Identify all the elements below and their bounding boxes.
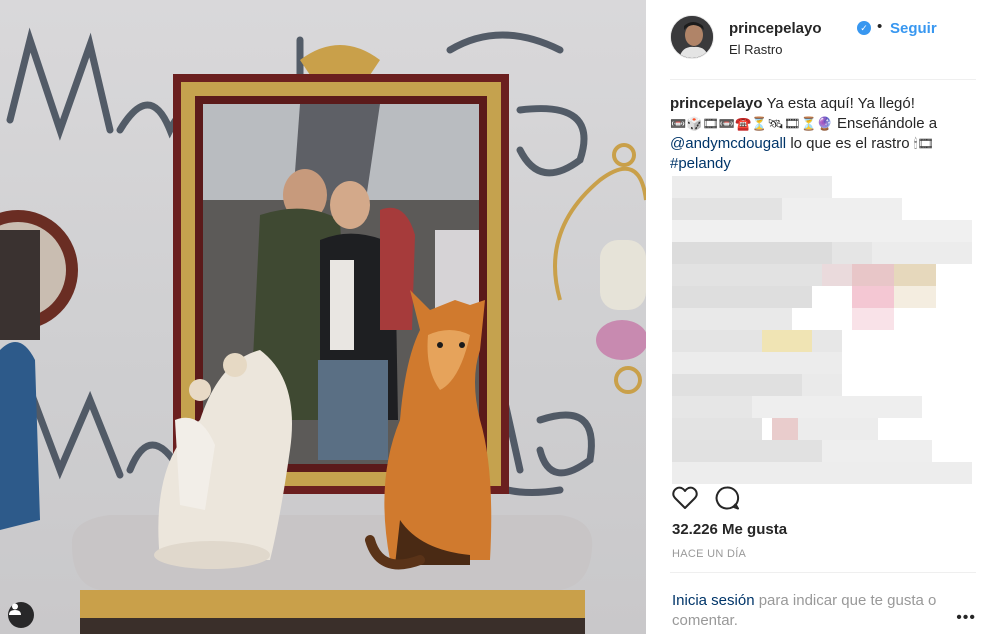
likes-count[interactable]: 32.226 Me gusta xyxy=(672,521,787,538)
login-prompt: Inicia sesión para indicar que te gusta … xyxy=(670,572,976,634)
caption-emojis-2: 🕯🎞 xyxy=(913,136,934,151)
caption-hashtag-link[interactable]: #pelandy xyxy=(670,155,731,172)
verified-badge-icon: ✓ xyxy=(857,21,871,35)
post-caption: princepelayo Ya esta aquí! Ya llegó! 📼🎲🎞… xyxy=(670,94,980,174)
blurred-comments xyxy=(672,176,976,488)
comment-button[interactable] xyxy=(712,484,742,514)
heart-icon xyxy=(672,486,698,509)
caption-emojis-1: 📼🎲🎞📼☎️⏳🛰🎞⏳🔮 xyxy=(670,116,833,131)
caption-mention-link[interactable]: @andymcdougall xyxy=(670,135,786,152)
person-icon xyxy=(9,603,21,615)
photo-illustration xyxy=(0,27,646,634)
login-prompt-text: Inicia sesión para indicar que te gusta … xyxy=(672,591,962,631)
follow-button[interactable]: Seguir xyxy=(890,20,937,37)
post-actions xyxy=(670,484,976,516)
more-options-icon[interactable]: ••• xyxy=(956,609,976,627)
login-link[interactable]: Inicia sesión xyxy=(672,592,755,609)
post-side-panel: princepelayo ✓ • Seguir El Rastro prince… xyxy=(646,0,1000,634)
caption-text-3: lo que es el rastro xyxy=(790,135,910,152)
post-photo[interactable] xyxy=(0,0,646,634)
caption-username[interactable]: princepelayo xyxy=(670,95,763,112)
avatar[interactable] xyxy=(670,15,714,59)
comment-icon xyxy=(715,486,740,510)
header-separator: • xyxy=(877,18,883,35)
header-username[interactable]: princepelayo xyxy=(729,20,822,37)
tagged-users-button[interactable] xyxy=(8,602,34,628)
post-header: princepelayo ✓ • Seguir El Rastro xyxy=(670,14,976,80)
avatar-image xyxy=(671,16,713,58)
caption-text-2: Enseñándole a xyxy=(837,115,938,132)
like-button[interactable] xyxy=(670,484,700,514)
caption-text-1: Ya esta aquí! Ya llegó! xyxy=(766,95,915,112)
post-timestamp: HACE UN DÍA xyxy=(672,548,747,560)
location-link[interactable]: El Rastro xyxy=(729,42,782,57)
